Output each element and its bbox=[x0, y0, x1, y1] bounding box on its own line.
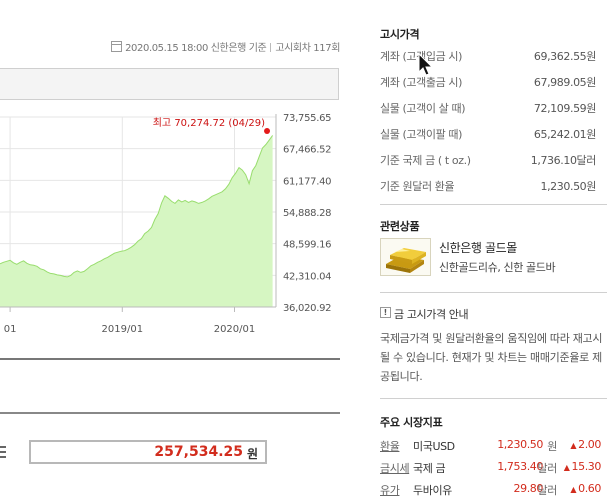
y-tick-label: 42,310.04 bbox=[283, 271, 331, 282]
gold-bar-icon[interactable] bbox=[380, 238, 431, 276]
indicator-name: 미국USD bbox=[413, 440, 455, 453]
indicator-change: ▲ 2.00 bbox=[570, 438, 601, 451]
notice-datetime: 2020.05.15 18:00 bbox=[125, 43, 208, 54]
right-panel: 고시가격 계좌 (고객입금 시) 69,362.55원 계좌 (고객출금 시) 67… bbox=[380, 0, 607, 498]
price-row: 기준 국제 금 ( t oz.) 1,736.10달러 bbox=[380, 152, 596, 168]
price-label: 기준 원달러 환율 bbox=[380, 180, 455, 193]
section-divider bbox=[0, 412, 340, 414]
indicator-category[interactable]: 유가 bbox=[380, 482, 400, 498]
price-row: 계좌 (고객입금 시) 69,362.55원 bbox=[380, 48, 596, 64]
indicators-title: 주요 시장지표 bbox=[380, 416, 443, 429]
y-tick-label: 36,020.92 bbox=[283, 303, 331, 314]
price-value: 67,989.05원 bbox=[533, 76, 597, 89]
period-tab-bar[interactable] bbox=[0, 68, 339, 100]
price-row: 기준 원달러 환율 1,230.50원 bbox=[380, 178, 596, 194]
indicator-name: 국제 금 bbox=[413, 462, 446, 475]
calc-result-unit: 원 bbox=[246, 447, 258, 461]
notice-price-title: 고시가격 bbox=[380, 28, 420, 41]
indicator-row[interactable]: 유가 두바이유 29.80 달러 ▲ 0.60 bbox=[380, 482, 607, 498]
max-annotation: 최고 70,274.72 (04/29) bbox=[153, 117, 265, 129]
indicator-change: ▲ 15.30 bbox=[563, 460, 602, 473]
menu-lines-icon bbox=[0, 446, 6, 458]
indicator-unit: 달러 bbox=[537, 484, 558, 497]
indicator-category[interactable]: 환율 bbox=[380, 438, 400, 454]
calc-result-box: 257,534.25 원 bbox=[29, 440, 267, 464]
notice-round: 고시회차 117회 bbox=[275, 43, 340, 54]
price-label: 실물 (고객이 살 때) bbox=[380, 102, 466, 115]
notice-meta: 2020.05.15 18:00 신한은행 기준 고시회차 117회 bbox=[111, 39, 340, 54]
notice-basis: 신한은행 기준 bbox=[210, 43, 267, 54]
indicator-unit: 달러 bbox=[537, 462, 558, 475]
x-tick-label: 2020/01 bbox=[214, 324, 256, 335]
price-label: 실물 (고객이팔 때) bbox=[380, 128, 463, 141]
notice-info-body: 국제금가격 및 원달러환율의 움직임에 따라 재고시될 수 있습니다. 현재가 … bbox=[380, 332, 603, 383]
notice-info-icon: ! bbox=[380, 307, 391, 318]
indicator-row[interactable]: 환율 미국USD 1,230.50 원 ▲ 2.00 bbox=[380, 438, 607, 454]
gold-mall-products[interactable]: 신한골드리슈, 신한 골드바 bbox=[439, 259, 556, 275]
y-tick-label: 48,599.16 bbox=[283, 240, 331, 251]
y-tick-labels: 73,755.65 67,466.52 61,177.40 54,888.28 48,5… bbox=[283, 113, 332, 314]
indicator-price: 1,753.40 bbox=[497, 460, 543, 473]
calc-result-value: 257,534.25 bbox=[154, 444, 243, 460]
up-triangle-icon: ▲ bbox=[570, 441, 577, 450]
up-triangle-icon: ▲ bbox=[563, 463, 570, 472]
section-divider bbox=[380, 398, 607, 399]
indicator-name: 두바이유 bbox=[413, 484, 452, 497]
indicator-category[interactable]: 금시세 bbox=[380, 460, 410, 476]
y-tick-label: 73,755.65 bbox=[283, 113, 331, 124]
gold-mall-link[interactable]: 신한은행 골드몰 bbox=[439, 239, 517, 256]
price-area bbox=[0, 135, 273, 307]
indicator-row[interactable]: 금시세 국제 금 1,753.40 달러 ▲ 15.30 bbox=[380, 460, 607, 476]
price-value: 1,736.10달러 bbox=[530, 154, 597, 167]
related-title: 관련상품 bbox=[380, 220, 420, 233]
indicator-price: 1,230.50 bbox=[497, 438, 543, 451]
up-triangle-icon: ▲ bbox=[570, 485, 577, 494]
price-label: 기준 국제 금 ( t oz.) bbox=[380, 154, 471, 167]
section-divider bbox=[380, 204, 607, 205]
notice-info-title: 금 고시가격 안내 bbox=[394, 308, 469, 321]
indicator-unit: 원 bbox=[547, 440, 557, 453]
section-divider bbox=[380, 292, 607, 293]
x-tick-label: 2019/01 bbox=[102, 324, 144, 335]
price-row: 계좌 (고객출금 시) 67,989.05원 bbox=[380, 74, 596, 90]
price-value: 69,362.55원 bbox=[533, 50, 597, 63]
y-tick-label: 67,466.52 bbox=[283, 145, 331, 156]
gold-price-chart: 73,755.65 67,466.52 61,177.40 54,888.28 48,5… bbox=[0, 113, 332, 335]
meta-divider bbox=[270, 43, 272, 52]
y-tick-label: 54,888.28 bbox=[283, 208, 331, 219]
price-value: 1,230.50원 bbox=[540, 180, 596, 193]
x-tick-labels: 01 2019/01 2020/01 bbox=[4, 307, 256, 335]
calendar-icon bbox=[111, 41, 123, 52]
price-row: 실물 (고객이팔 때) 65,242.01원 bbox=[380, 126, 596, 142]
price-value: 72,109.59원 bbox=[533, 102, 597, 115]
price-row: 실물 (고객이 살 때) 72,109.59원 bbox=[380, 100, 596, 116]
indicator-change: ▲ 0.60 bbox=[570, 482, 601, 495]
section-divider bbox=[0, 358, 340, 360]
price-value: 65,242.01원 bbox=[533, 128, 597, 141]
y-tick-label: 61,177.40 bbox=[283, 176, 331, 187]
x-tick-label: 01 bbox=[4, 324, 17, 335]
mouse-cursor-icon bbox=[418, 53, 434, 76]
